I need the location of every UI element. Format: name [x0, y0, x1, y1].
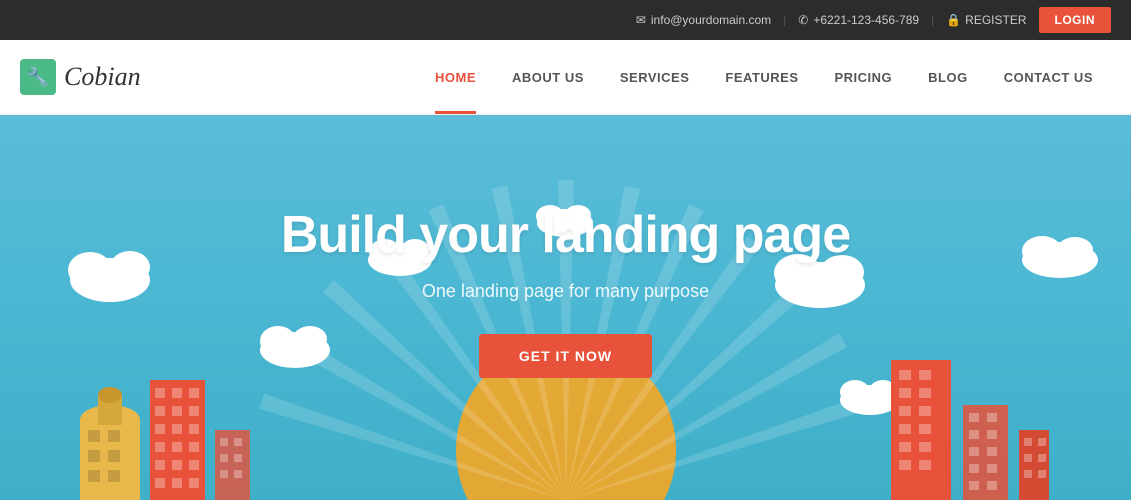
phone-text: +6221-123-456-789	[813, 13, 919, 27]
nav-item-contact[interactable]: CONTACT US	[986, 40, 1111, 114]
nav-item-services[interactable]: SERVICES	[602, 40, 708, 114]
nav-link-blog[interactable]: BLOG	[910, 40, 986, 114]
hero-subtitle: One landing page for many purpose	[0, 281, 1131, 302]
top-bar: ✉ info@yourdomain.com | ✆ +6221-123-456-…	[0, 0, 1131, 40]
hero-content: Build your landing page One landing page…	[0, 115, 1131, 378]
logo-icon: 🔧	[20, 59, 56, 95]
phone-item: ✆ +6221-123-456-789	[798, 13, 919, 27]
nav-link-features[interactable]: FEATURES	[707, 40, 816, 114]
register-label: REGISTER	[965, 13, 1026, 27]
nav-link-pricing[interactable]: PRICING	[817, 40, 911, 114]
nav-link-home[interactable]: HOME	[417, 40, 494, 114]
nav-link-contact[interactable]: CONTACT US	[986, 40, 1111, 114]
nav-item-about[interactable]: ABOUT US	[494, 40, 602, 114]
divider-1: |	[783, 13, 786, 27]
logo-text: Cobian	[64, 62, 141, 92]
nav-links: HOME ABOUT US SERVICES FEATURES PRICING …	[417, 40, 1111, 114]
cta-button[interactable]: GET IT NOW	[479, 334, 652, 378]
logo: 🔧 Cobian	[20, 59, 141, 95]
nav-item-blog[interactable]: BLOG	[910, 40, 986, 114]
nav-link-about[interactable]: ABOUT US	[494, 40, 602, 114]
nav-item-home[interactable]: HOME	[417, 40, 494, 114]
email-item: ✉ info@yourdomain.com	[636, 13, 771, 27]
hero-title: Build your landing page	[0, 205, 1131, 265]
nav-item-features[interactable]: FEATURES	[707, 40, 816, 114]
navbar: 🔧 Cobian HOME ABOUT US SERVICES FEATURES…	[0, 40, 1131, 115]
lock-icon: 🔒	[946, 13, 961, 27]
nav-link-services[interactable]: SERVICES	[602, 40, 708, 114]
email-icon: ✉	[636, 13, 646, 27]
phone-icon: ✆	[798, 13, 808, 27]
email-text: info@yourdomain.com	[651, 13, 771, 27]
login-button[interactable]: LOGIN	[1039, 7, 1112, 33]
divider-2: |	[931, 13, 934, 27]
hero-section: Build your landing page One landing page…	[0, 115, 1131, 500]
register-button[interactable]: 🔒 REGISTER	[946, 13, 1026, 27]
wrench-icon: 🔧	[27, 67, 49, 88]
nav-item-pricing[interactable]: PRICING	[817, 40, 911, 114]
